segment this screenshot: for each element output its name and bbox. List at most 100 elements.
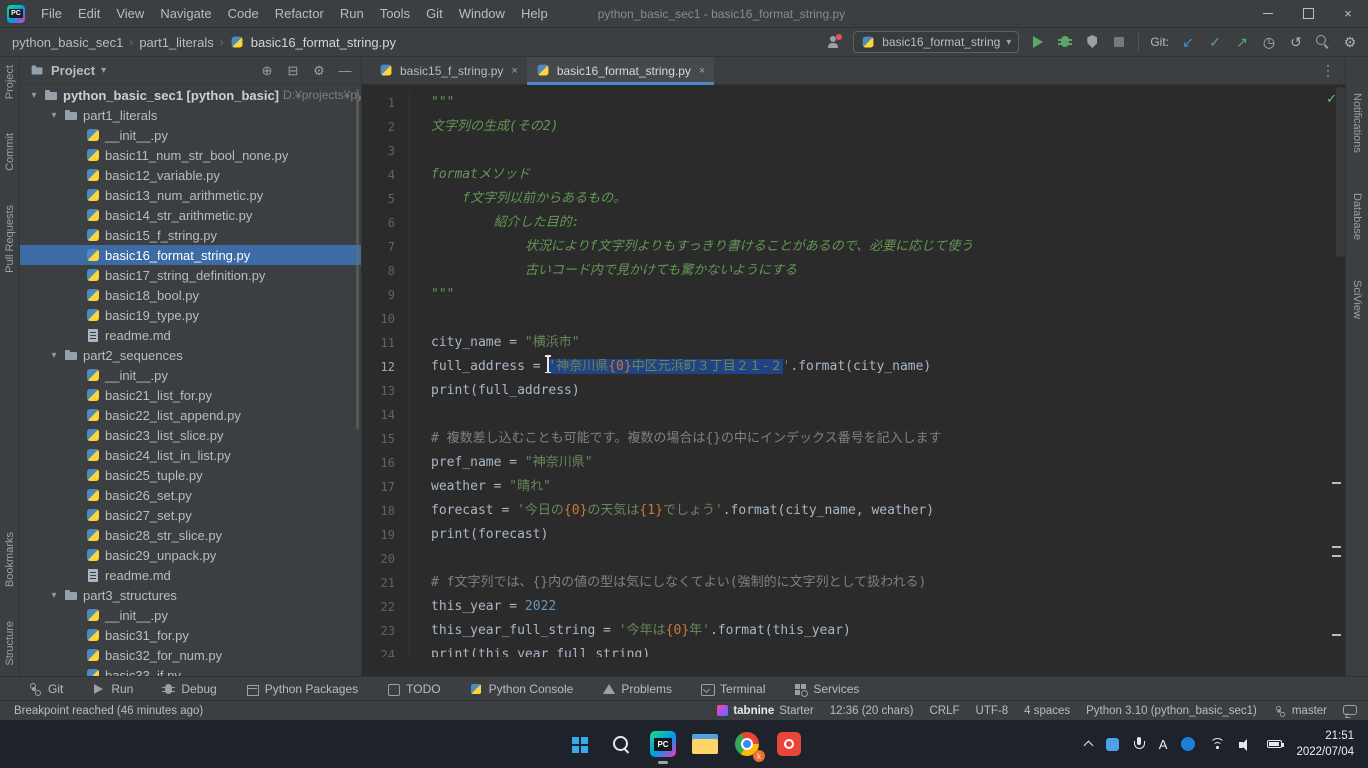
tray-app-icon[interactable] <box>1106 738 1119 751</box>
close-icon[interactable]: × <box>699 65 705 77</box>
run-button[interactable] <box>1030 34 1046 50</box>
taskbar-clock[interactable]: 21:51 2022/07/04 <box>1296 728 1354 760</box>
coverage-button[interactable] <box>1084 34 1100 50</box>
tree-file-basic18_bool.py[interactable]: basic18_bool.py <box>20 285 361 305</box>
tool-strip-commit[interactable]: Commit <box>4 133 16 171</box>
code-line-2[interactable]: 2文字列の生成(その2) <box>362 115 1345 139</box>
line-ending[interactable]: CRLF <box>929 705 959 717</box>
gear-icon[interactable]: ⚙ <box>309 63 329 79</box>
menu-edit[interactable]: Edit <box>70 0 108 27</box>
tree-file-basic12_variable.py[interactable]: basic12_variable.py <box>20 165 361 185</box>
tree-file-basic26_set.py[interactable]: basic26_set.py <box>20 485 361 505</box>
settings-icon[interactable]: ⚙ <box>1342 34 1358 50</box>
tree-file-basic17_string_definition.py[interactable]: basic17_string_definition.py <box>20 265 361 285</box>
taskbar-pycharm-button[interactable]: PC <box>642 723 684 765</box>
menu-navigate[interactable]: Navigate <box>152 0 219 27</box>
tree-file-basic22_list_append.py[interactable]: basic22_list_append.py <box>20 405 361 425</box>
code-line-15[interactable]: 15# 複数差し込むことも可能です。複数の場合は{}の中にインデックス番号を記入… <box>362 427 1345 451</box>
taskbar-chrome-button[interactable]: k <box>726 723 768 765</box>
code-line-7[interactable]: 7 状況によりf文字列よりもすっきり書けることがあるので、必要に応じて使う <box>362 235 1345 259</box>
code-line-4[interactable]: 4formatメソッド <box>362 163 1345 187</box>
tool-strip-bookmarks[interactable]: Bookmarks <box>4 532 16 587</box>
tree-file-readme.md[interactable]: readme.md <box>20 325 361 345</box>
tree-folder-part3_structures[interactable]: ▾part3_structures <box>20 585 361 605</box>
hidden-icons-chevron[interactable] <box>1083 741 1093 751</box>
wifi-icon[interactable] <box>1209 738 1225 750</box>
tree-file-__init__.py[interactable]: __init__.py <box>20 365 361 385</box>
tree-file-basic24_list_in_list.py[interactable]: basic24_list_in_list.py <box>20 445 361 465</box>
tree-file-basic13_num_arithmetic.py[interactable]: basic13_num_arithmetic.py <box>20 185 361 205</box>
python-interpreter[interactable]: Python 3.10 (python_basic_sec1) <box>1086 705 1257 717</box>
menu-view[interactable]: View <box>108 0 152 27</box>
code-line-14[interactable]: 14 <box>362 403 1345 427</box>
menu-file[interactable]: File <box>33 0 70 27</box>
code-line-11[interactable]: 11city_name = "横浜市" <box>362 331 1345 355</box>
editor-tab-basic15_f_string.py[interactable]: basic15_f_string.py× <box>370 57 527 84</box>
breadcrumb-item[interactable]: python_basic_sec1 <box>12 35 123 50</box>
code-line-9[interactable]: 9""" <box>362 283 1345 307</box>
file-encoding[interactable]: UTF-8 <box>976 705 1009 717</box>
code-line-24[interactable]: 24print(this_year_full_string) <box>362 643 1345 657</box>
stop-button[interactable] <box>1111 34 1127 50</box>
tool-window-debug[interactable]: Debug <box>161 682 216 696</box>
tabnine-widget[interactable]: tabnine Starter <box>717 705 813 717</box>
tool-window-terminal[interactable]: Terminal <box>700 682 765 696</box>
tree-file-basic32_for_num.py[interactable]: basic32_for_num.py <box>20 645 361 665</box>
tool-window-services[interactable]: Services <box>793 682 859 696</box>
code-line-13[interactable]: 13print(full_address) <box>362 379 1345 403</box>
tree-file-basic21_list_for.py[interactable]: basic21_list_for.py <box>20 385 361 405</box>
code-line-18[interactable]: 18forecast = '今日の{0}の天気は{1}でしょう'.format(… <box>362 499 1345 523</box>
search-icon[interactable] <box>1315 34 1331 50</box>
menu-window[interactable]: Window <box>451 0 513 27</box>
tool-strip-structure[interactable]: Structure <box>4 621 16 666</box>
tree-folder-part1_literals[interactable]: ▾part1_literals <box>20 105 361 125</box>
breadcrumb-item[interactable]: basic16_format_string.py <box>251 35 396 50</box>
taskbar-search-button[interactable] <box>600 723 642 765</box>
code-line-23[interactable]: 23this_year_full_string = '今年は{0}年'.form… <box>362 619 1345 643</box>
tool-window-git[interactable]: Git <box>28 682 63 696</box>
ime-mode-indicator[interactable]: A <box>1159 737 1168 752</box>
code-line-8[interactable]: 8 古いコード内で見かけても驚かないようにする <box>362 259 1345 283</box>
close-icon[interactable]: × <box>511 65 517 77</box>
code-line-21[interactable]: 21# f文字列では、{}内の値の型は気にしなくてよい(強制的に文字列として扱わ… <box>362 571 1345 595</box>
event-log-icon[interactable] <box>1343 705 1356 716</box>
volume-icon[interactable] <box>1239 738 1253 751</box>
tree-file-basic25_tuple.py[interactable]: basic25_tuple.py <box>20 465 361 485</box>
tree-file-__init__.py[interactable]: __init__.py <box>20 605 361 625</box>
tree-file-basic27_set.py[interactable]: basic27_set.py <box>20 505 361 525</box>
menu-tools[interactable]: Tools <box>372 0 418 27</box>
tool-strip-project[interactable]: Project <box>4 65 16 99</box>
minimize-button[interactable] <box>1248 0 1288 27</box>
tree-file-basic19_type.py[interactable]: basic19_type.py <box>20 305 361 325</box>
editor-code[interactable]: 1"""2文字列の生成(その2)34formatメソッド5 f文字列以前からある… <box>362 85 1345 657</box>
git-update-button[interactable]: ↙ <box>1180 34 1196 50</box>
editor-tab-basic16_format_string.py[interactable]: basic16_format_string.py× <box>527 57 715 84</box>
menu-code[interactable]: Code <box>220 0 267 27</box>
close-button[interactable]: × <box>1328 0 1368 27</box>
code-line-16[interactable]: 16pref_name = "神奈川県" <box>362 451 1345 475</box>
code-line-10[interactable]: 10 <box>362 307 1345 331</box>
code-line-12[interactable]: 12full_address = '神奈川県{0}中区元浜町３丁目２１-２'.f… <box>362 355 1345 379</box>
code-with-me-users-icon[interactable] <box>826 34 842 50</box>
tab-options-icon[interactable]: ⋮ <box>1311 62 1345 79</box>
tree-file-__init__.py[interactable]: __init__.py <box>20 125 361 145</box>
tool-window-python-console[interactable]: Python Console <box>469 682 574 696</box>
hide-panel-icon[interactable]: — <box>335 63 355 78</box>
menu-refactor[interactable]: Refactor <box>267 0 332 27</box>
code-line-19[interactable]: 19print(forecast) <box>362 523 1345 547</box>
tree-folder-part2_sequences[interactable]: ▾part2_sequences <box>20 345 361 365</box>
taskbar-red-app-button[interactable] <box>768 723 810 765</box>
code-line-17[interactable]: 17weather = "晴れ" <box>362 475 1345 499</box>
tool-window-run[interactable]: Run <box>91 682 133 696</box>
tree-file-basic31_for.py[interactable]: basic31_for.py <box>20 625 361 645</box>
locate-file-icon[interactable]: ⊕ <box>257 63 277 79</box>
chevron-down-icon[interactable]: ▾ <box>101 65 106 76</box>
debug-button[interactable] <box>1057 34 1073 50</box>
git-branch-widget[interactable]: master <box>1273 704 1327 718</box>
git-push-button[interactable]: ↗ <box>1234 34 1250 50</box>
tree-folder-python_basic_sec1[interactable]: ▾python_basic_sec1 [python_basic] D:¥pro… <box>20 85 361 105</box>
tree-file-basic28_str_slice.py[interactable]: basic28_str_slice.py <box>20 525 361 545</box>
code-line-1[interactable]: 1""" <box>362 91 1345 115</box>
code-line-22[interactable]: 22this_year = 2022 <box>362 595 1345 619</box>
tree-file-basic15_f_string.py[interactable]: basic15_f_string.py <box>20 225 361 245</box>
